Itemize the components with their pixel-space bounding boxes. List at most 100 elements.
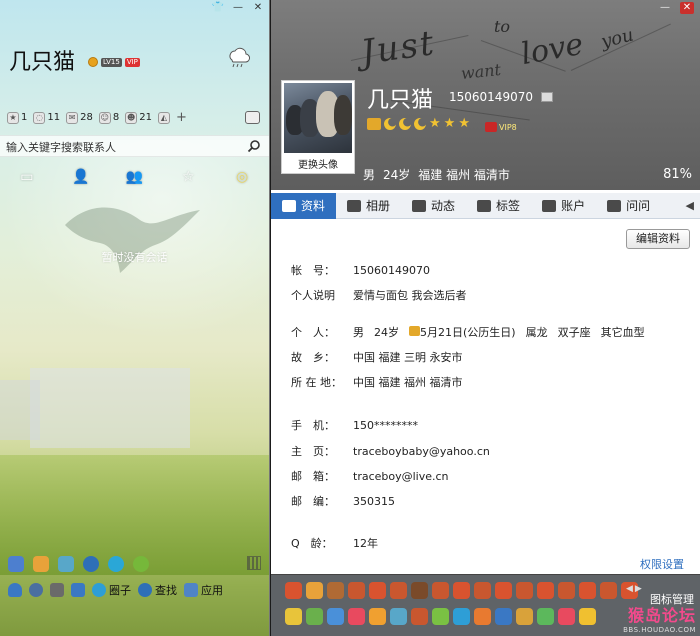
badge-icon[interactable] xyxy=(306,582,323,599)
minimize-button[interactable]: — xyxy=(231,2,245,14)
badge-icon[interactable] xyxy=(411,582,428,599)
contact-search-input[interactable] xyxy=(6,138,236,156)
stat-item[interactable]: ☻ 21 xyxy=(125,111,152,124)
tab-profile[interactable]: 资料 xyxy=(271,192,337,219)
mailbox-icon[interactable] xyxy=(245,111,260,124)
moon-icon xyxy=(414,118,426,130)
bell-icon[interactable]: ◭ xyxy=(157,111,170,124)
badge-icon[interactable] xyxy=(495,582,512,599)
vip-tag: VIP xyxy=(124,57,140,67)
tab-recent[interactable]: ◎ xyxy=(215,162,269,192)
question-icon xyxy=(607,199,622,212)
stat-item[interactable]: ◌ 11 xyxy=(33,111,60,124)
badge-icon[interactable] xyxy=(537,582,554,599)
badge-icon[interactable] xyxy=(285,582,302,599)
badge-icon[interactable] xyxy=(432,608,449,625)
badge-icon[interactable] xyxy=(474,608,491,625)
badge-icon[interactable] xyxy=(348,582,365,599)
tab-album[interactable]: 相册 xyxy=(336,193,401,219)
shield-icon[interactable] xyxy=(71,583,85,597)
tab-label: 资料 xyxy=(301,199,326,213)
badge-icon[interactable] xyxy=(516,608,533,625)
badge-icon[interactable] xyxy=(516,582,533,599)
badge-icon[interactable] xyxy=(390,608,407,625)
close-button[interactable]: ✕ xyxy=(251,2,265,14)
icon-bar: ◀ ▶ 图标管理 猴岛论坛 BBS.HOUDAO.COM xyxy=(271,574,700,636)
zodiac: 属龙 xyxy=(525,326,548,339)
vip-badge[interactable]: VIP8 xyxy=(485,122,517,132)
tab-feed[interactable]: 动态 xyxy=(401,193,466,219)
badge-icon[interactable] xyxy=(306,608,323,625)
close-button[interactable]: ✕ xyxy=(680,2,694,14)
permission-settings-link[interactable]: 权限设置 xyxy=(640,556,684,572)
badge-icon[interactable] xyxy=(327,608,344,625)
id-card-icon[interactable] xyxy=(541,92,553,102)
badge-icon[interactable] xyxy=(390,582,407,599)
find-label: 查找 xyxy=(155,584,177,597)
add-icon[interactable]: + xyxy=(176,110,187,125)
info-value: 爱情与面包 我会选后者 xyxy=(353,289,467,302)
badge-icon[interactable] xyxy=(327,582,344,599)
star-icon: ★ xyxy=(458,116,470,131)
weather-icon[interactable] xyxy=(226,46,250,68)
gear-icon[interactable] xyxy=(29,583,43,597)
info-row-residence: 所 在 地： 中国 福建 福州 福清市 xyxy=(291,374,463,390)
browser-icon[interactable] xyxy=(108,556,124,572)
tab-label: 相册 xyxy=(366,199,391,213)
main-menu-icon[interactable] xyxy=(8,583,22,597)
apps-icon xyxy=(184,583,198,597)
chevron-right-icon[interactable]: ▶ xyxy=(635,584,642,594)
camera-icon[interactable] xyxy=(83,556,99,572)
badge-icon[interactable] xyxy=(537,608,554,625)
find-button[interactable]: 查找 xyxy=(138,582,177,598)
tab-chat[interactable]: ▭ xyxy=(0,162,54,192)
stat-item[interactable]: ★ 1 xyxy=(7,111,27,124)
info-label: 邮 箱： xyxy=(291,470,335,483)
tab-favorites[interactable]: ☆ xyxy=(161,162,215,192)
badge-icon[interactable] xyxy=(453,582,470,599)
skin-icon[interactable]: 👕 xyxy=(211,2,225,14)
cat-silhouette xyxy=(334,95,352,135)
volume-icon[interactable] xyxy=(50,583,64,597)
chevron-left-icon[interactable]: ◀ xyxy=(686,199,700,212)
pet-icon[interactable] xyxy=(33,556,49,572)
badge-icon[interactable] xyxy=(453,608,470,625)
tab-contacts[interactable]: 👤 xyxy=(54,162,108,192)
badge-icon[interactable] xyxy=(579,582,596,599)
user-icon[interactable] xyxy=(8,556,24,572)
user-nickname[interactable]: 几只猫 xyxy=(9,44,75,76)
stat-count: 28 xyxy=(80,112,93,123)
badge-icon[interactable] xyxy=(369,582,386,599)
edit-profile-button[interactable]: 编辑资料 xyxy=(626,229,690,249)
badge-icon[interactable] xyxy=(432,582,449,599)
search-icon[interactable] xyxy=(247,139,261,153)
stat-item[interactable]: ☺ 8 xyxy=(98,111,119,124)
music-icon[interactable] xyxy=(58,556,74,572)
badge-icon[interactable] xyxy=(579,608,596,625)
badge-icon[interactable] xyxy=(474,582,491,599)
badge-icon[interactable] xyxy=(411,608,428,625)
badge-icon[interactable] xyxy=(495,608,512,625)
tab-groups[interactable]: 👥 xyxy=(108,162,162,192)
circle-button[interactable]: 圈子 xyxy=(92,582,131,598)
chevron-left-icon[interactable]: ◀ xyxy=(626,584,633,594)
minimize-button[interactable]: — xyxy=(658,2,672,14)
avatar-frame[interactable]: 更换头像 xyxy=(281,80,355,174)
app-grid-icon[interactable] xyxy=(247,556,261,570)
tab-tags[interactable]: 标签 xyxy=(466,193,531,219)
badge-icon[interactable] xyxy=(369,608,386,625)
badge-icon[interactable] xyxy=(285,608,302,625)
badge-icon[interactable] xyxy=(600,582,617,599)
tab-label: 动态 xyxy=(431,199,456,213)
badge-icon[interactable] xyxy=(558,582,575,599)
tab-account[interactable]: 账户 xyxy=(531,193,596,219)
security-icon[interactable] xyxy=(133,556,149,572)
change-avatar-label[interactable]: 更换头像 xyxy=(282,156,354,171)
badge-icon[interactable] xyxy=(558,608,575,625)
stat-item[interactable]: ✉ 28 xyxy=(66,111,93,124)
badge-icon[interactable] xyxy=(348,608,365,625)
chat-icon: ▭ xyxy=(20,169,34,185)
tab-question[interactable]: 问问 xyxy=(596,193,661,219)
level-tag: LV15 xyxy=(101,57,122,67)
apps-button[interactable]: 应用 xyxy=(184,582,223,598)
